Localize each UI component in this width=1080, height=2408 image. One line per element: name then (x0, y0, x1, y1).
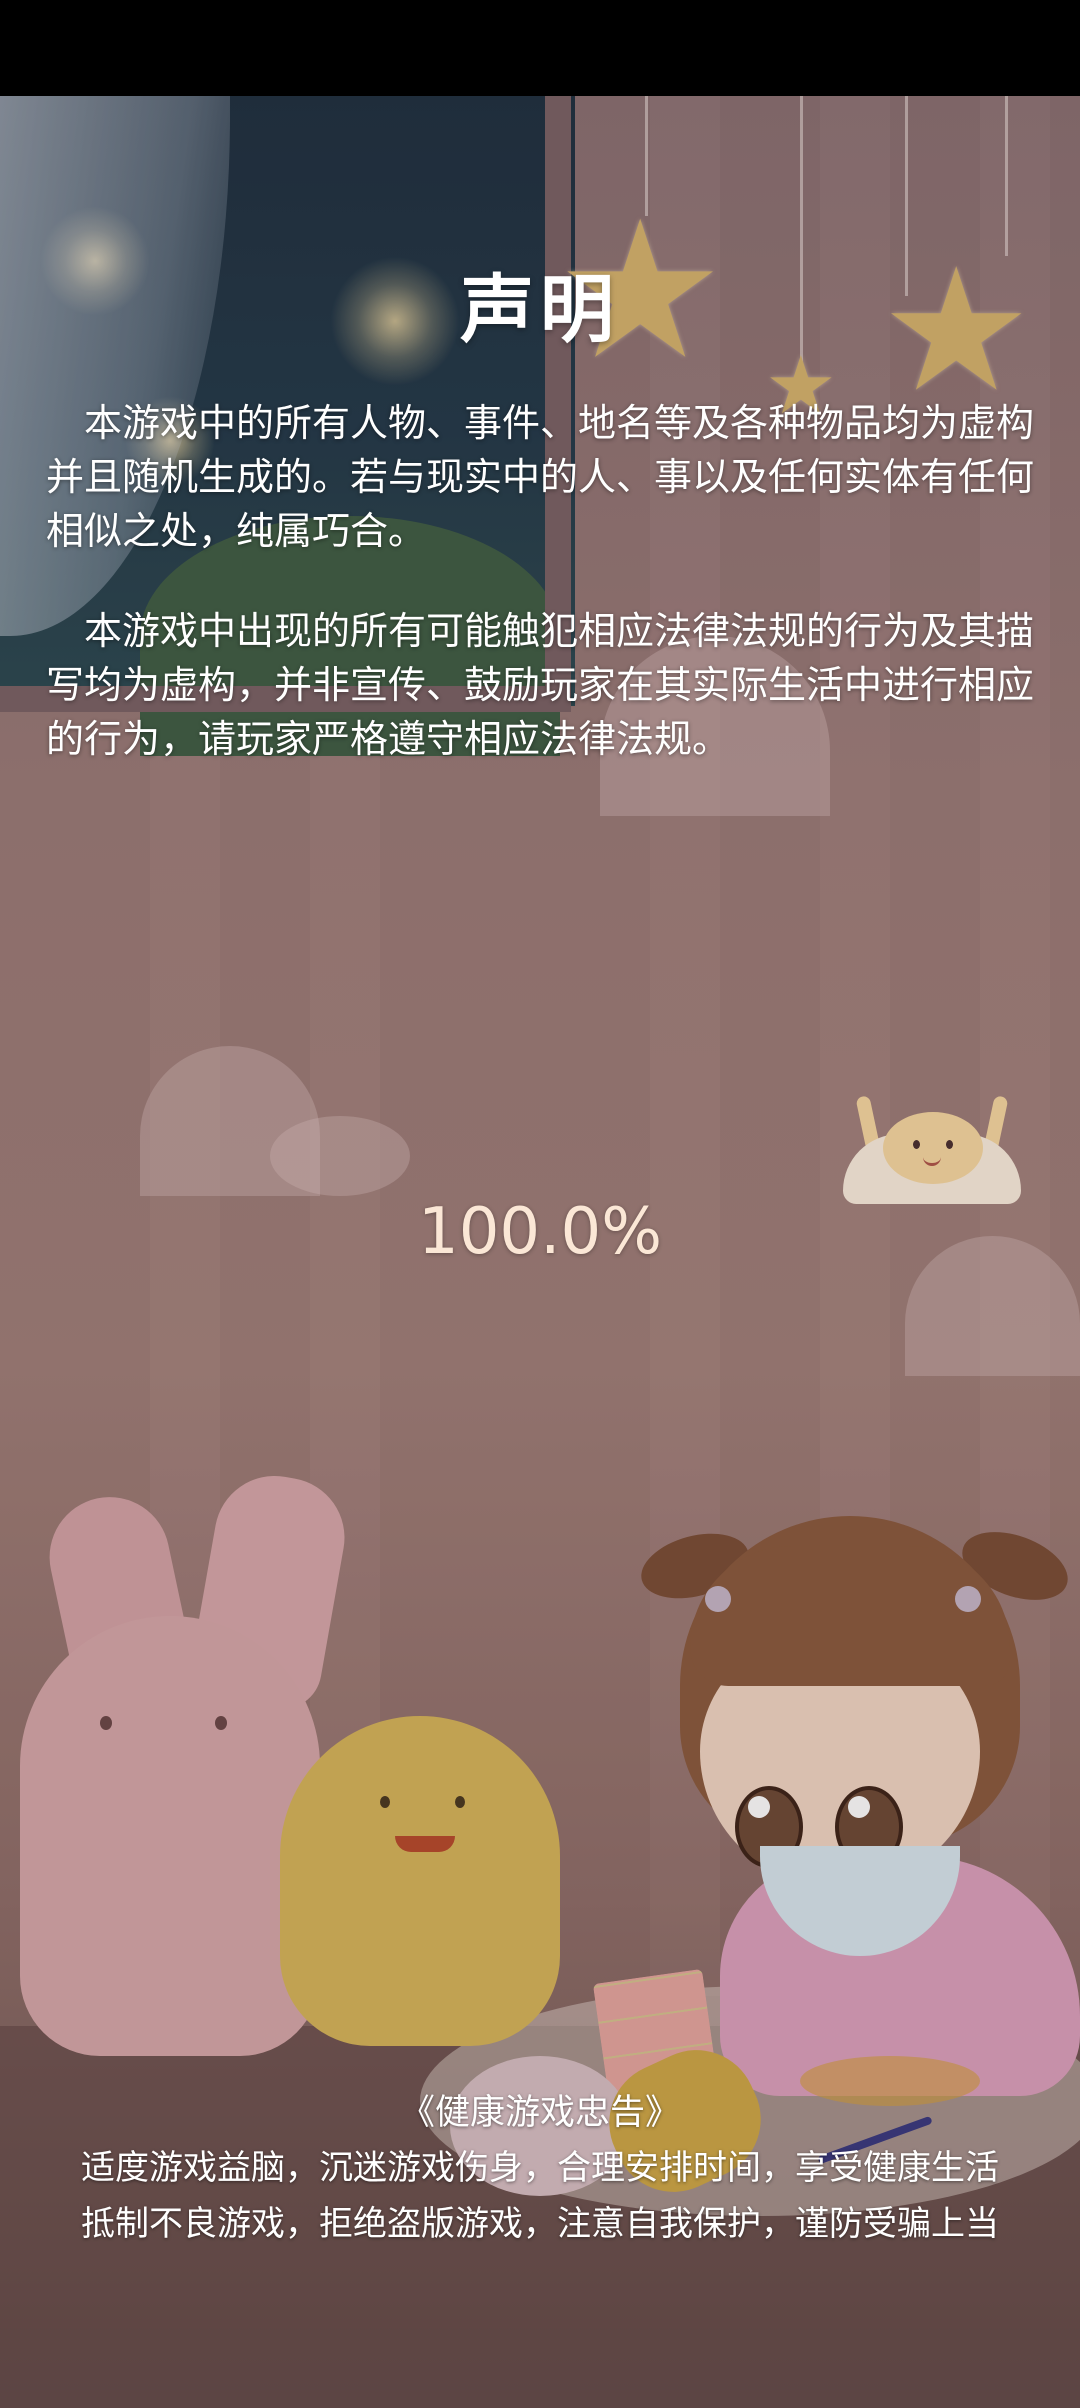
health-advice-title: 《健康游戏忠告》 (399, 2093, 680, 2133)
loading-progress-text: 100.0% (417, 1195, 663, 1269)
statement-paragraph-1: 本游戏中的所有人物、事件、地名等及各种物品均为虚构并且随机生成的。若与现实中的人… (46, 401, 1035, 553)
statement-title: 声明 (460, 267, 620, 353)
statement-paragraph-2: 本游戏中出现的所有可能触犯相应法律法规的行为及其描写均为虚构，并非宣传、鼓励玩家… (46, 609, 1035, 761)
health-advice-line: 适度游戏益脑，沉迷游戏伤身，合理安排时间，享受健康生活 (81, 2148, 999, 2188)
status-bar (0, 0, 1080, 96)
game-loading-screen: ★ ★ ★ 声明 本游戏中的所有人物、事件、地名等及各种物品均为虚构并且随机生成… (0, 0, 1080, 2408)
health-advice-line: 抵制不良游戏，拒绝盗版游戏，注意自我保护，谨防受骗上当 (81, 2204, 999, 2244)
